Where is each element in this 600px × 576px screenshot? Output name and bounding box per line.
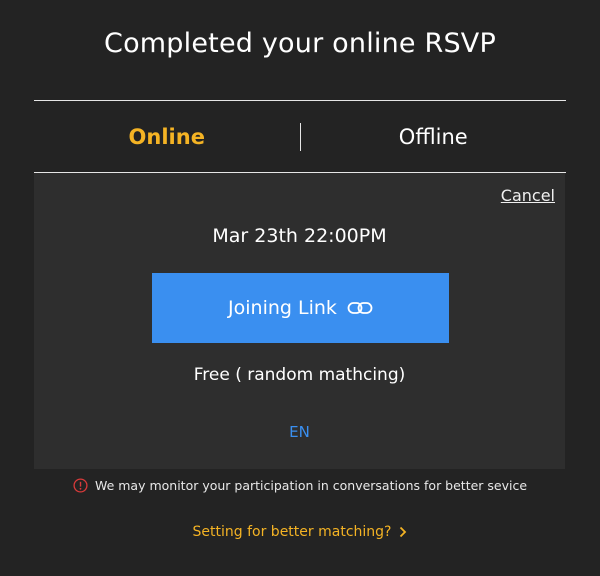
tab-bar: Online Offline [34,101,566,172]
page-title: Completed your online RSVP [104,28,496,59]
notice-text: We may monitor your participation in con… [94,478,528,493]
alert-circle-icon [73,478,88,493]
rsvp-panel: Cancel Mar 23th 22:00PM Joining Link Fre… [34,173,565,469]
price-text: Free ( random mathcing) [193,365,406,385]
language-toggle[interactable]: EN [34,423,565,441]
event-datetime: Mar 23th 22:00PM [212,225,387,247]
chevron-right-icon [399,526,407,538]
joining-link-button[interactable]: Joining Link [152,273,449,343]
tab-offline[interactable]: Offline [301,125,567,149]
joining-link-label: Joining Link [228,297,337,319]
settings-link-label: Setting for better matching? [192,524,392,540]
monitoring-notice: We may monitor your participation in con… [0,478,600,493]
tab-online[interactable]: Online [34,125,300,149]
settings-link[interactable]: Setting for better matching? [0,524,600,540]
cancel-link[interactable]: Cancel [501,186,555,205]
link-icon [347,301,373,315]
